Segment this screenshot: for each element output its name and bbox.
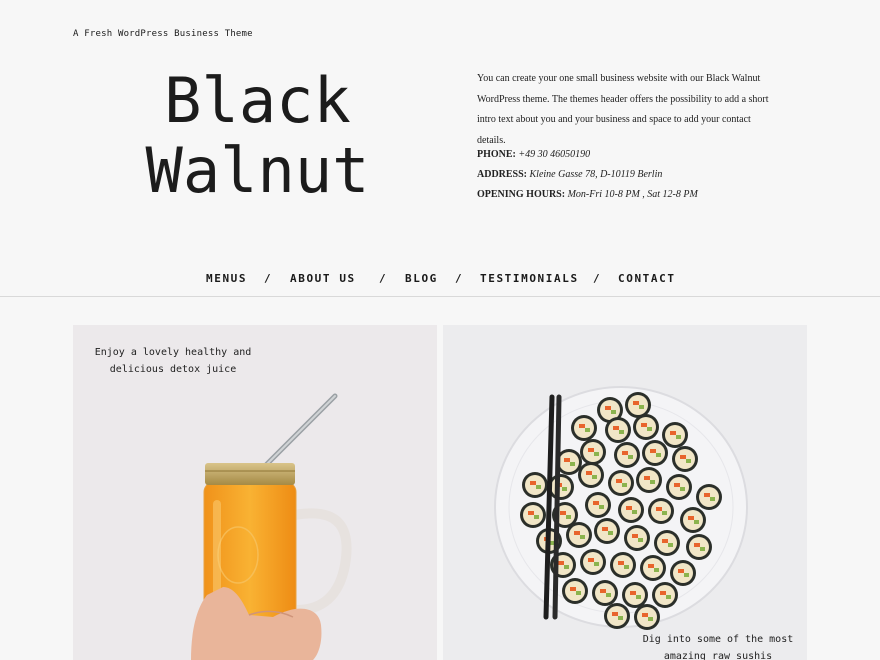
juice-jar-photo[interactable] (73, 325, 437, 660)
header-divider (0, 296, 880, 297)
contact-details: PHONE: +49 30 46050190 ADDRESS: Kleine G… (477, 145, 797, 205)
address-row: ADDRESS: Kleine Gasse 78, D-10119 Berlin (477, 165, 797, 185)
featured-post-juice[interactable]: Enjoy a lovely healthy and delicious det… (73, 325, 437, 660)
main-navigation: MENUS / ABOUT US / BLOG / TESTIMONIALS /… (0, 272, 880, 288)
sushi-plate-photo[interactable] (443, 325, 807, 660)
nav-separator: / (593, 272, 600, 285)
nav-item-menus[interactable]: MENUS (206, 272, 247, 285)
nav-item-testimonials[interactable]: TESTIMONIALS (480, 272, 579, 285)
site-title-line-1[interactable]: Black (120, 66, 395, 136)
site-title[interactable]: Black Walnut (120, 66, 395, 206)
post-caption-line-1[interactable]: Dig into some of the most (628, 631, 807, 648)
post-caption[interactable]: Dig into some of the most amazing raw su… (628, 631, 807, 660)
site-tagline: A Fresh WordPress Business Theme (73, 29, 253, 39)
featured-post-sushi[interactable]: Dig into some of the most amazing raw su… (443, 325, 807, 660)
hours-row: OPENING HOURS: Mon-Fri 10-8 PM , Sat 12-… (477, 185, 797, 205)
hours-label: OPENING HOURS: (477, 189, 566, 200)
phone-row: PHONE: +49 30 46050190 (477, 145, 797, 165)
address-label: ADDRESS: (477, 169, 528, 180)
hours-value: Mon-Fri 10-8 PM , Sat 12-8 PM (567, 189, 698, 200)
site-title-line-2[interactable]: Walnut (120, 136, 395, 206)
nav-item-contact[interactable]: CONTACT (618, 272, 676, 285)
intro-text: You can create your one small business w… (477, 73, 769, 146)
address-value: Kleine Gasse 78, D-10119 Berlin (529, 169, 663, 180)
post-caption-line-2[interactable]: amazing raw sushis (628, 648, 807, 660)
nav-item-blog[interactable]: BLOG (405, 272, 438, 285)
nav-separator: / (455, 272, 462, 285)
phone-label: PHONE: (477, 149, 516, 160)
nav-item-about-us[interactable]: ABOUT US (290, 272, 356, 285)
phone-value: +49 30 46050190 (518, 149, 591, 160)
nav-separator: / (264, 272, 271, 285)
nav-separator: / (379, 272, 386, 285)
